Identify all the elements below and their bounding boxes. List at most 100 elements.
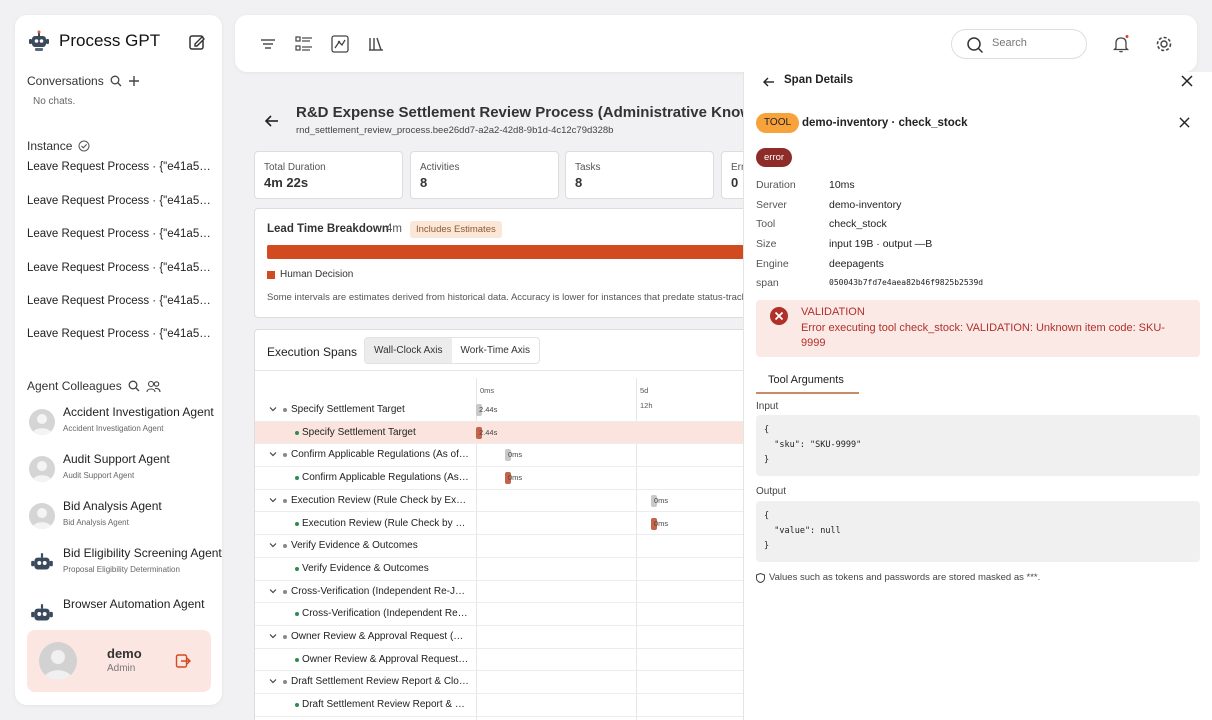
agent-item[interactable]: Bid Eligibility Screening Agent Proposal… — [29, 546, 222, 586]
chevron-down-icon[interactable] — [269, 541, 277, 549]
stat-value: 4m 22s — [264, 175, 309, 190]
gear-icon[interactable] — [1154, 34, 1174, 54]
status-dot — [295, 657, 299, 662]
stat-label: Total Duration — [264, 162, 326, 173]
span-label: Execution Review (Rule Check by Expense … — [291, 494, 469, 506]
chevron-down-icon[interactable] — [269, 632, 277, 640]
mask-note: Values such as tokens and passwords are … — [756, 572, 1040, 583]
instance-item[interactable]: Leave Request Process · {"e41a53e... — [27, 161, 217, 173]
status-badge: error — [756, 148, 793, 167]
agent-role: Accident Investigation Agent — [63, 424, 164, 433]
agents-header: Agent Colleagues — [27, 379, 161, 393]
close-icon[interactable] — [1179, 117, 1190, 128]
span-row[interactable]: Specify Settlement Target 2.44s — [255, 399, 743, 422]
field-label: span — [756, 277, 779, 289]
span-label: Specify Settlement Target — [302, 426, 416, 438]
span-row[interactable]: Verify Evidence & Outcomes — [255, 558, 743, 581]
user-role: Admin — [107, 663, 136, 674]
span-row[interactable]: Draft Settlement Review Report & Close — [255, 694, 743, 717]
error-x-icon — [770, 307, 788, 325]
legend-label: Human Decision — [280, 269, 354, 280]
tab-tool-arguments[interactable]: Tool Arguments — [756, 372, 859, 394]
span-label: Owner Review & Approval Request (Final) — [302, 653, 469, 665]
output-label: Output — [756, 486, 787, 497]
back-arrow-icon[interactable] — [263, 112, 281, 130]
users-icon[interactable] — [146, 380, 161, 393]
field-label: Engine — [756, 258, 789, 270]
process-id: rnd_settlement_review_process.bee26dd7-a… — [296, 125, 614, 136]
agent-item[interactable]: Accident Investigation Agent Accident In… — [29, 405, 219, 445]
stat-value: 8 — [420, 175, 428, 190]
span-row[interactable]: Confirm Applicable Regulations (As of Da… — [255, 467, 743, 490]
robot-avatar-icon — [31, 604, 53, 621]
span-row[interactable]: Specify Settlement Target 2.44s — [255, 421, 743, 445]
stat-value: 8 — [575, 175, 583, 190]
chevron-down-icon[interactable] — [269, 450, 277, 458]
robot-logo-icon — [29, 30, 49, 51]
logout-icon[interactable] — [175, 653, 191, 669]
lead-time-card: Lead Time Breakdown 4m Includes Estimate… — [254, 208, 743, 318]
menu-lines-icon[interactable] — [258, 34, 278, 54]
span-row[interactable]: Verify Evidence & Outcomes — [255, 535, 743, 558]
agent-role: Audit Support Agent — [63, 471, 135, 480]
close-icon[interactable] — [1181, 75, 1193, 87]
add-icon[interactable] — [128, 75, 140, 87]
stat-card: Errors 0 — [721, 151, 743, 199]
app-title: Process GPT — [59, 31, 161, 50]
tab-wall-clock[interactable]: Wall-Clock Axis — [365, 338, 452, 363]
conversations-label: Conversations — [27, 74, 104, 88]
instance-item[interactable]: Leave Request Process · {"e41a53e... — [27, 195, 217, 207]
span-row[interactable]: Cross-Verification (Independent Re-Judgm… — [255, 603, 743, 626]
brand[interactable]: Process GPT — [27, 29, 160, 53]
agent-name: Bid Eligibility Screening Agent — [63, 546, 222, 560]
user-card[interactable]: demo Admin — [27, 630, 211, 692]
status-dot — [283, 408, 287, 412]
chevron-down-icon[interactable] — [269, 677, 277, 685]
tab-work-time[interactable]: Work-Time Axis — [452, 338, 539, 363]
estimate-note: Some intervals are estimates derived fro… — [267, 292, 743, 303]
field-value: deepagents — [829, 258, 884, 270]
check-circle-icon[interactable] — [78, 140, 90, 152]
stat-card: Total Duration 4m 22s — [254, 151, 403, 199]
span-row[interactable]: Execution Review (Rule Check by Expense … — [255, 490, 743, 513]
agent-item[interactable]: Bid Analysis Agent Bid Analysis Agent — [29, 499, 219, 539]
panel-title: Span Details — [784, 74, 854, 86]
span-row[interactable]: Draft Settlement Review Report & Close — [255, 671, 743, 695]
tool-type-badge: TOOL — [756, 113, 800, 133]
agent-name: Browser Automation Agent — [63, 597, 205, 611]
status-dot — [295, 521, 299, 526]
span-row[interactable]: Owner Review & Approval Request (Final) — [255, 626, 743, 649]
instance-item[interactable]: Leave Request Process · {"e41a53e... — [27, 228, 217, 240]
tick-label: 0ms — [480, 386, 495, 395]
span-row[interactable]: Execution Review (Rule Check by Expense … — [255, 513, 743, 536]
stat-label: Errors — [731, 162, 743, 173]
top-toolbar — [235, 15, 1197, 72]
chevron-down-icon[interactable] — [269, 405, 277, 413]
new-chat-edit-icon[interactable] — [188, 33, 206, 51]
search-icon[interactable] — [128, 380, 140, 392]
lead-time-bar — [267, 245, 743, 259]
agent-item[interactable]: Audit Support Agent Audit Support Agent — [29, 452, 219, 492]
search-icon[interactable] — [110, 75, 122, 87]
chevron-down-icon[interactable] — [269, 496, 277, 504]
instance-item[interactable]: Leave Request Process · {"e41a53e... — [27, 328, 217, 340]
search-input[interactable] — [992, 37, 1080, 49]
process-map-icon[interactable] — [330, 34, 350, 54]
search-box[interactable] — [951, 29, 1087, 59]
instance-item[interactable]: Leave Request Process · {"e41a53e... — [27, 295, 217, 307]
instance-header: Instance — [27, 139, 90, 153]
instance-item[interactable]: Leave Request Process · {"e41a53e... — [27, 262, 217, 274]
span-row[interactable]: Confirm Applicable Regulations (As of Da… — [255, 444, 743, 468]
bell-icon[interactable] — [1111, 34, 1131, 54]
span-row[interactable]: Owner Review & Approval Request (Final) — [255, 649, 743, 672]
span-label: Specify Settlement Target — [291, 404, 405, 415]
status-dot — [283, 635, 287, 639]
conversations-header: Conversations — [27, 74, 140, 88]
span-duration: 0ms — [654, 495, 669, 505]
search-icon — [967, 37, 984, 54]
chevron-down-icon[interactable] — [269, 587, 277, 595]
list-check-icon[interactable] — [294, 34, 314, 54]
back-arrow-icon[interactable] — [762, 75, 776, 89]
span-row[interactable]: Cross-Verification (Independent Re-Judgm… — [255, 581, 743, 604]
library-icon[interactable] — [366, 34, 386, 54]
